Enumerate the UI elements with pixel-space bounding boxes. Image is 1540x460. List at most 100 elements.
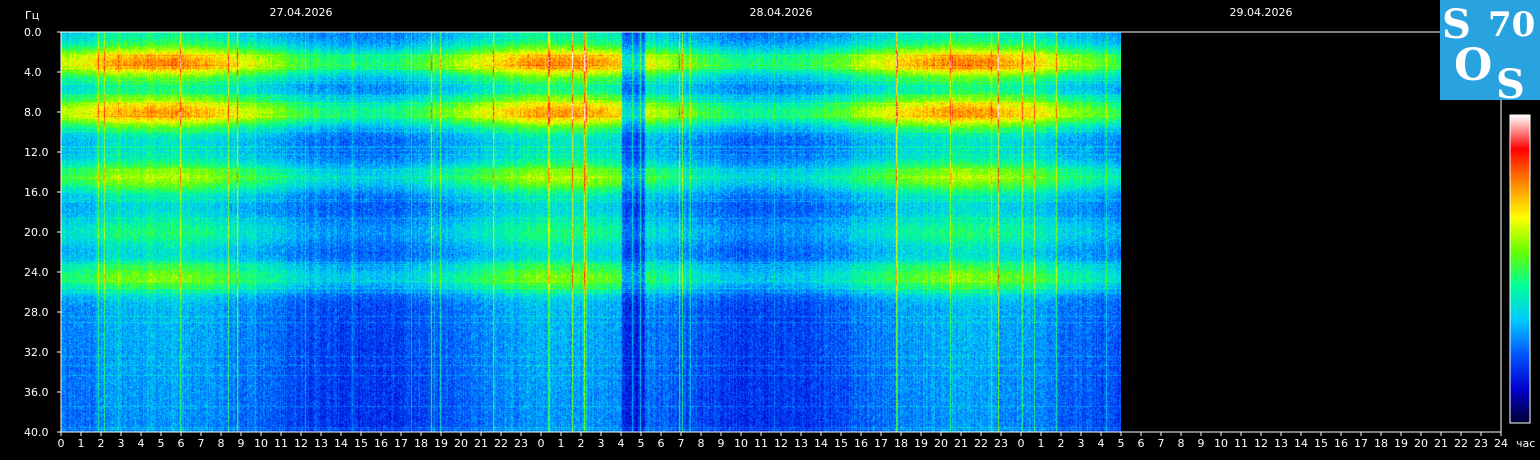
x-tick-label: 20 — [1414, 437, 1428, 450]
y-tick-label: 36.0 — [24, 386, 49, 399]
x-tick-label: 11 — [754, 437, 768, 450]
x-tick-label: 2 — [578, 437, 585, 450]
y-tick-label: 16.0 — [24, 186, 49, 199]
x-tick-label: 9 — [718, 437, 725, 450]
x-tick-label: 11 — [274, 437, 288, 450]
y-tick-label: 0.0 — [24, 26, 42, 39]
x-tick-label: 0 — [538, 437, 545, 450]
x-tick-label: 8 — [1178, 437, 1185, 450]
x-axis-unit-label: час — [1516, 437, 1535, 450]
x-tick-label: 1 — [558, 437, 565, 450]
y-tick-label: 28.0 — [24, 306, 49, 319]
x-tick-label: 18 — [1374, 437, 1388, 450]
x-tick-label: 4 — [138, 437, 145, 450]
spectrogram-heatmap — [61, 32, 1121, 432]
x-tick-label: 21 — [1434, 437, 1448, 450]
x-tick-label: 13 — [794, 437, 808, 450]
x-tick-label: 10 — [734, 437, 748, 450]
colorbar-gradient — [1509, 114, 1531, 424]
x-tick-label: 24 — [1494, 437, 1508, 450]
x-tick-label: 3 — [598, 437, 605, 450]
x-tick-label: 18 — [414, 437, 428, 450]
x-tick-label: 0 — [58, 437, 65, 450]
x-tick-label: 20 — [934, 437, 948, 450]
x-tick-label: 13 — [314, 437, 328, 450]
x-tick-label: 20 — [454, 437, 468, 450]
x-axis-tick-labels: 0 1 2 3 4 5 6 7 8 9 10 11 12 13 14 15 16 17 18 19 20 21 22 23 0 1… — [58, 437, 1509, 450]
x-tick-label: 18 — [894, 437, 908, 450]
x-tick-label: 17 — [874, 437, 888, 450]
x-tick-label: 9 — [238, 437, 245, 450]
x-tick-label: 8 — [698, 437, 705, 450]
x-tick-label: 4 — [618, 437, 625, 450]
x-tick-label: 22 — [1454, 437, 1468, 450]
x-tick-label: 8 — [218, 437, 225, 450]
x-tick-label: 15 — [834, 437, 848, 450]
y-tick-label: 24.0 — [24, 266, 49, 279]
x-tick-label: 22 — [974, 437, 988, 450]
x-tick-label: 15 — [354, 437, 368, 450]
x-tick-label: 2 — [1058, 437, 1065, 450]
x-tick-label: 12 — [294, 437, 308, 450]
y-tick-label: 8.0 — [24, 106, 42, 119]
x-tick-label: 5 — [638, 437, 645, 450]
date-labels: 27.04.2026 28.04.2026 29.04.2026 — [270, 6, 1293, 19]
y-tick-label: 40.0 — [24, 426, 49, 439]
x-tick-label: 23 — [994, 437, 1008, 450]
heatmap-image — [61, 32, 1121, 432]
x-tick-label: 6 — [178, 437, 185, 450]
x-tick-label: 1 — [78, 437, 85, 450]
x-tick-label: 7 — [198, 437, 205, 450]
x-tick-label: 9 — [1198, 437, 1205, 450]
date-label: 29.04.2026 — [1230, 6, 1293, 19]
date-label: 28.04.2026 — [750, 6, 813, 19]
x-tick-label: 19 — [1394, 437, 1408, 450]
x-tick-label: 12 — [774, 437, 788, 450]
x-tick-label: 1 — [1038, 437, 1045, 450]
y-tick-label: 4.0 — [24, 66, 42, 79]
x-tick-label: 5 — [158, 437, 165, 450]
x-tick-label: 23 — [514, 437, 528, 450]
y-tick-label: 12.0 — [24, 146, 49, 159]
x-tick-label: 22 — [494, 437, 508, 450]
x-tick-label: 10 — [254, 437, 268, 450]
x-tick-label: 10 — [1214, 437, 1228, 450]
x-tick-label: 7 — [678, 437, 685, 450]
y-tick-label: 20.0 — [24, 226, 49, 239]
x-tick-label: 14 — [1294, 437, 1308, 450]
y-tick-label: 32.0 — [24, 346, 49, 359]
x-tick-label: 19 — [914, 437, 928, 450]
x-tick-label: 16 — [374, 437, 388, 450]
x-tick-label: 3 — [1078, 437, 1085, 450]
x-tick-label: 11 — [1234, 437, 1248, 450]
x-tick-label: 0 — [1018, 437, 1025, 450]
x-tick-label: 23 — [1474, 437, 1488, 450]
y-axis-unit-label: Гц — [25, 9, 39, 22]
date-label: 27.04.2026 — [270, 6, 333, 19]
logo-letter-o: O — [1454, 40, 1492, 91]
x-tick-label: 4 — [1098, 437, 1105, 450]
x-tick-label: 21 — [474, 437, 488, 450]
x-tick-label: 6 — [1138, 437, 1145, 450]
x-tick-label: 17 — [394, 437, 408, 450]
x-tick-label: 13 — [1274, 437, 1288, 450]
spectrogram-chart: 0.0 4.0 8.0 12.0 16.0 20.0 24.0 28.0 32.0 36.0 40.… — [24, 0, 1540, 450]
x-tick-label: 3 — [118, 437, 125, 450]
x-tick-label: 7 — [1158, 437, 1165, 450]
x-tick-label: 19 — [434, 437, 448, 450]
colorbar — [1509, 114, 1531, 424]
x-tick-label: 6 — [658, 437, 665, 450]
x-tick-label: 2 — [98, 437, 105, 450]
logo-number: 70 — [1488, 5, 1535, 45]
x-tick-label: 15 — [1314, 437, 1328, 450]
x-tick-label: 14 — [334, 437, 348, 450]
x-tick-label: 16 — [1334, 437, 1348, 450]
y-axis-tick-labels: 0.0 4.0 8.0 12.0 16.0 20.0 24.0 28.0 32.0 36.0 40.… — [24, 26, 49, 439]
logo-letter-s2: S — [1496, 61, 1525, 108]
x-tick-label: 21 — [954, 437, 968, 450]
x-tick-label: 12 — [1254, 437, 1268, 450]
x-tick-label: 14 — [814, 437, 828, 450]
sos-logo: S 70 O S — [1440, 0, 1540, 108]
x-tick-label: 16 — [854, 437, 868, 450]
x-tick-label: 17 — [1354, 437, 1368, 450]
